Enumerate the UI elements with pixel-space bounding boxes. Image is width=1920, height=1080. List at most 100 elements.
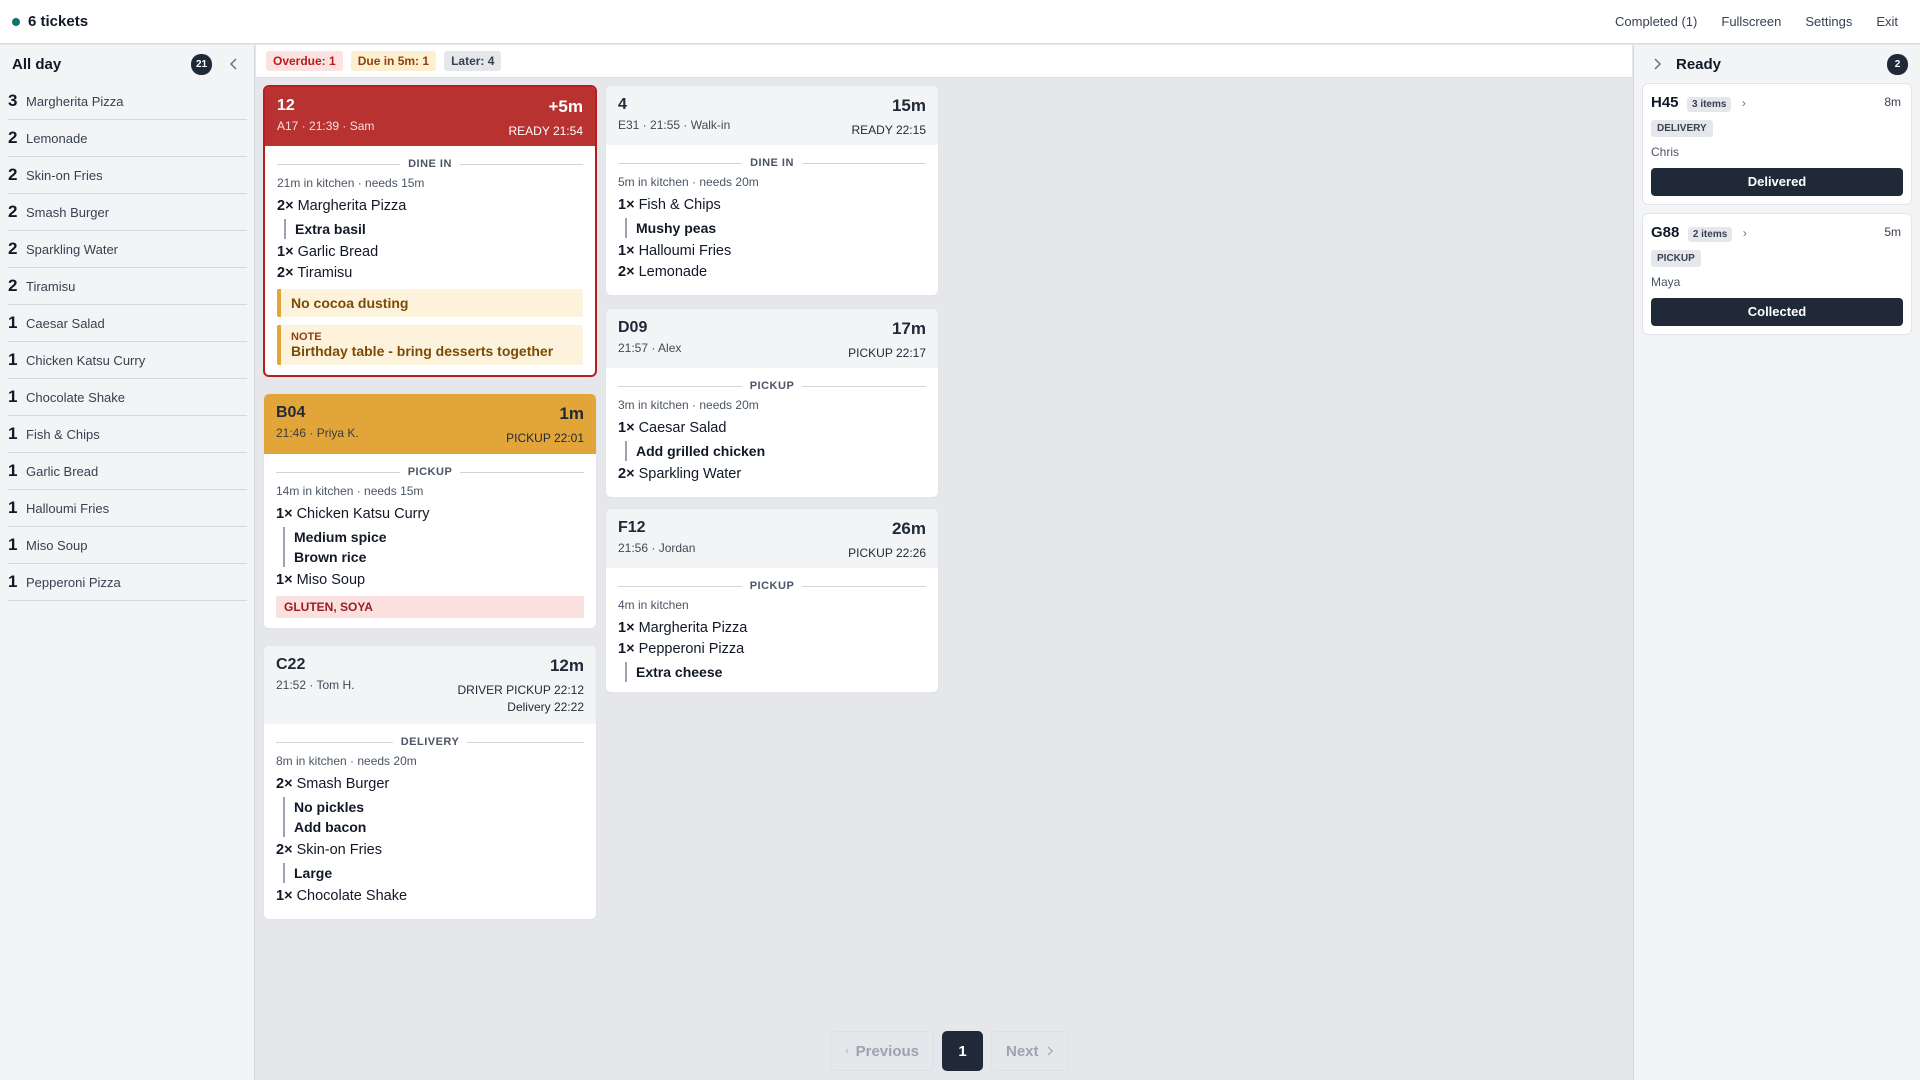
all-day-item[interactable]: 3 Margherita Pizza [8,83,247,120]
order-item: 1× Garlic Bread [277,244,583,260]
current-page-button[interactable]: 1 [942,1031,983,1071]
exit-button[interactable]: Exit [1876,14,1898,29]
all-day-item[interactable]: 1 Fish & Chips [8,416,247,453]
ticket-header: 4 15m E31 · 21:55 · Walk-in READY 22:15 [606,86,938,145]
item-name: Margherita Pizza [638,620,748,636]
all-day-qty: 1 [8,350,18,369]
all-day-item[interactable]: 1 Caesar Salad [8,305,247,342]
ticket-body: DINE IN 5m in kitchen · needs 20m 1× Fis… [606,157,938,295]
item-name: Garlic Bread [297,244,379,260]
all-day-item[interactable]: 2 Tiramisu [8,268,247,305]
order-item: 2× Tiramisu [277,265,583,281]
item-qty: 1× [276,506,293,522]
later-chip[interactable]: Later: 4 [444,51,502,71]
ticket-count-title: 6 tickets [28,13,89,30]
ticket-id: 12 [277,97,295,114]
item-modifiers: No pickles Add bacon [283,797,584,837]
ticket-id: 4 [618,96,627,113]
all-day-count-badge: 21 [191,53,212,75]
ready-ticket-id: G88 [1651,224,1680,241]
due-soon-chip[interactable]: Due in 5m: 1 [350,51,437,71]
pagination: Previous 1 Next [830,1031,1069,1071]
item-name: Pepperoni Pizza [638,641,745,657]
item-qty: 2× [618,466,635,482]
chevron-right-icon[interactable]: › [1743,226,1747,240]
all-day-item[interactable]: 2 Sparkling Water [8,231,247,268]
all-day-item-name: Garlic Bread [26,464,99,479]
ticket-id: B04 [276,404,306,421]
ticket-card[interactable]: 12 +5m A17 · 21:39 · Sam READY 21:54 DIN… [263,85,597,377]
ticket-header: C22 12m 21:52 · Tom H. DRIVER PICKUP 22:… [264,646,596,724]
ticket-card[interactable]: 4 15m E31 · 21:55 · Walk-in READY 22:15 … [605,85,939,296]
ticket-card[interactable]: C22 12m 21:52 · Tom H. DRIVER PICKUP 22:… [263,645,597,920]
chevron-left-icon [845,1048,849,1054]
item-list: 1× Fish & Chips Mushy peas 1× Halloumi Fri… [618,197,926,280]
kitchen-time: 8m in kitchen · needs 20m [276,754,417,768]
collapse-chevron-left-icon[interactable] [226,56,242,72]
all-day-item[interactable]: 1 Chicken Katsu Curry [8,342,247,379]
ticket-card[interactable]: D09 17m 21:57 · Alex PICKUP 22:17 PICKUP… [605,308,939,498]
order-item: 1× Fish & Chips [618,197,926,213]
item-qty: 2× [276,842,293,858]
fullscreen-button[interactable]: Fullscreen [1721,14,1781,29]
item-name: Halloumi Fries [638,243,732,259]
all-day-item-name: Halloumi Fries [26,501,110,516]
delivered-button[interactable]: Delivered [1651,168,1903,196]
item-list: 1× Caesar Salad Add grilled chicken 2× Spa… [618,420,926,482]
order-item: 1× Miso Soup [276,572,584,588]
ready-order-type: DELIVERY [1651,120,1713,137]
all-day-item[interactable]: 1 Chocolate Shake [8,379,247,416]
item-modifiers: Extra cheese [625,662,926,682]
settings-button[interactable]: Settings [1805,14,1852,29]
all-day-item[interactable]: 1 Garlic Bread [8,453,247,490]
order-item: 1× Caesar Salad [618,420,926,436]
next-page-button[interactable]: Next [991,1031,1069,1071]
ticket-elapsed: 12m [549,656,584,675]
ticket-card[interactable]: B04 1m 21:46 · Priya K. PICKUP 22:01 PIC… [263,393,597,629]
ready-title: Ready [1676,55,1722,73]
order-type: DINE IN [277,158,583,170]
order-item: 1× Halloumi Fries [618,243,926,259]
ticket-id: D09 [618,319,648,336]
collected-button[interactable]: Collected [1651,298,1903,326]
all-day-item[interactable]: 2 Lemonade [8,120,247,157]
ticket-ready-time: DRIVER PICKUP 22:12 [457,683,585,697]
all-day-item[interactable]: 1 Pepperoni Pizza [8,564,247,601]
order-type: PICKUP [276,466,584,478]
all-day-item[interactable]: 2 Smash Burger [8,194,247,231]
chevron-right-icon [1047,1046,1053,1056]
order-item: 2× Lemonade [618,264,926,280]
chevron-right-icon[interactable]: › [1742,96,1746,110]
item-qty: 1× [276,572,293,588]
all-day-qty: 1 [8,535,18,554]
all-day-qty: 1 [8,572,18,591]
ticket-body: DELIVERY 8m in kitchen · needs 20m 2× Sm… [264,736,596,919]
item-qty: 2× [618,264,635,280]
ticket-elapsed: 17m [891,319,926,338]
completed-button[interactable]: Completed (1) [1615,14,1697,29]
all-day-item[interactable]: 1 Halloumi Fries [8,490,247,527]
all-day-qty: 1 [8,313,18,332]
all-day-item-name: Chocolate Shake [26,390,126,405]
all-day-item[interactable]: 2 Skin-on Fries [8,157,247,194]
item-qty: 1× [618,420,635,436]
item-name: Chicken Katsu Curry [296,506,430,522]
all-day-item-name: Smash Burger [26,205,110,220]
item-note-text: No cocoa dusting [291,295,409,311]
filter-bar: Overdue: 1 Due in 5m: 1 Later: 4 [256,45,1632,78]
ticket-card[interactable]: F12 26m 21:56 · Jordan PICKUP 22:26 PICK… [605,508,939,693]
overdue-chip[interactable]: Overdue: 1 [266,51,343,71]
kitchen-time: 3m in kitchen · needs 20m [618,398,759,412]
item-note: No cocoa dusting [277,289,583,317]
all-day-item-name: Sparkling Water [26,242,118,257]
all-day-list: 3 Margherita Pizza 2 Lemonade 2 Skin-on Fries… [0,83,254,601]
expand-chevron-right-icon[interactable] [1652,57,1664,71]
all-day-item-name: Chicken Katsu Curry [26,353,146,368]
item-name: Sparkling Water [638,466,742,482]
item-name: Chocolate Shake [296,888,408,904]
status-dot [12,17,20,26]
all-day-qty: 1 [8,461,18,480]
ticket-ready-time: READY 22:15 [851,123,927,137]
all-day-item[interactable]: 1 Miso Soup [8,527,247,564]
previous-page-button[interactable]: Previous [830,1031,934,1071]
